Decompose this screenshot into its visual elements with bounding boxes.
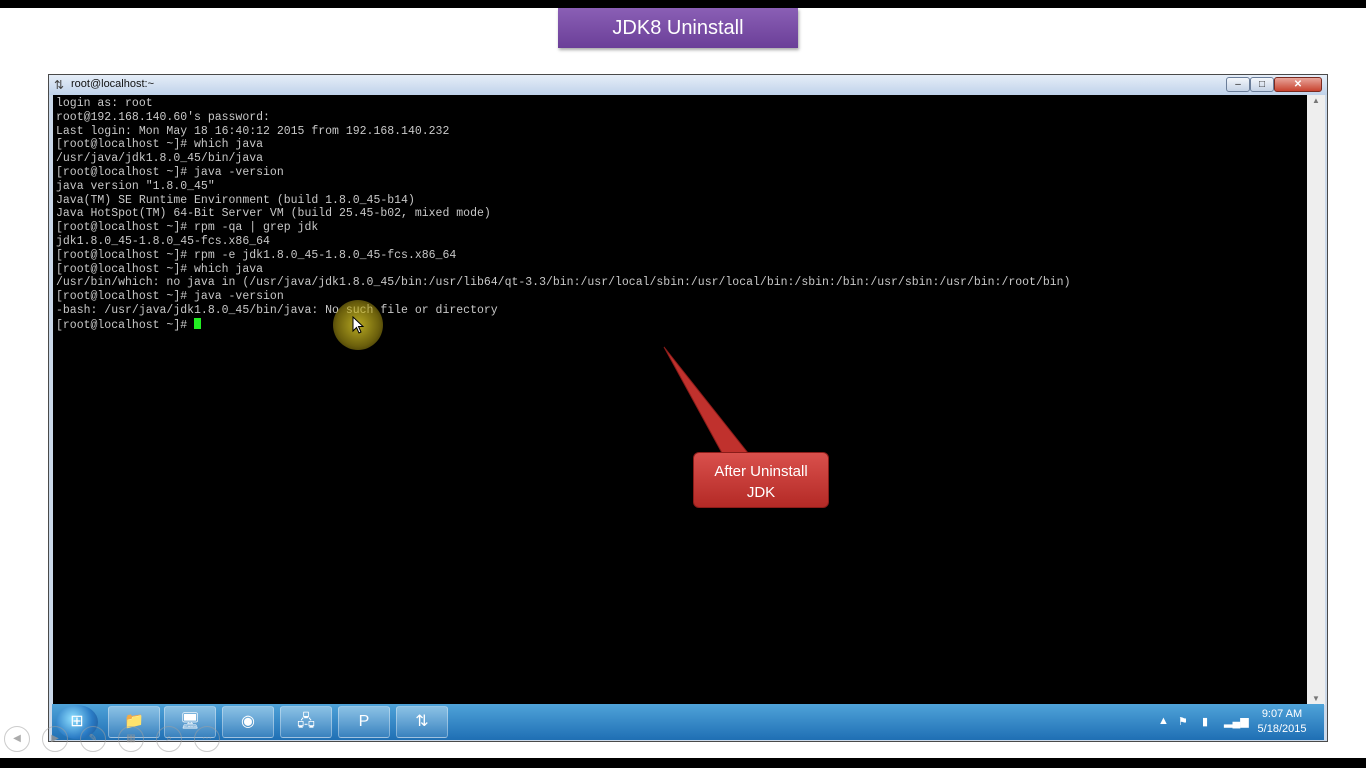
terminal-line: login as: root — [56, 97, 153, 110]
slide-title: JDK8 Uninstall — [558, 8, 798, 48]
clock-time[interactable]: 9:07 AM — [1252, 708, 1312, 720]
window-titlebar[interactable]: ⇅ root@localhost:~ – □ ✕ — [49, 75, 1327, 95]
battery-icon[interactable]: ▮ — [1202, 715, 1208, 728]
terminal-line: /usr/bin/which: no java in (/usr/java/jd… — [56, 276, 1071, 290]
terminal-line: -bash: /usr/java/jdk1.8.0_45/bin/java: N… — [56, 303, 498, 317]
terminal-line: Last login: Mon May 18 16:40:12 2015 fro… — [56, 124, 450, 138]
system-tray: ▲ ⚑ ▮ ▂▄▆ 9:07 AM 5/18/2015 — [1152, 704, 1324, 740]
terminal-line: java version "1.8.0_45" — [56, 179, 215, 193]
window-title: root@localhost:~ — [71, 78, 155, 90]
action-center-flag-icon[interactable]: ⚑ — [1178, 715, 1188, 728]
network-signal-icon[interactable]: ▂▄▆ — [1224, 715, 1249, 728]
terminal-line: /usr/java/jdk1.8.0_45/bin/java — [56, 152, 264, 166]
terminal-line: [root@localhost ~]# rpm -e jdk1.8.0_45-1… — [56, 248, 457, 262]
terminal-line: [root@localhost ~]# rpm -qa | grep jdk — [56, 221, 319, 235]
terminal-cursor — [194, 317, 202, 329]
terminal-line: jdk1.8.0_45-1.8.0_45-fcs.x86_64 — [56, 234, 270, 248]
close-button[interactable]: ✕ — [1274, 77, 1322, 92]
terminal-line: [root@localhost ~]# which java — [56, 262, 264, 276]
more-options-icon[interactable]: ⋯ — [194, 726, 220, 752]
terminal-line: root@192.168.140.60's password: — [56, 110, 270, 124]
callout-pointer — [663, 346, 750, 454]
callout-box: After Uninstall JDK — [693, 452, 829, 508]
callout-text-line2: JDK — [746, 484, 776, 501]
callout-text-line1: After Uninstall — [714, 463, 808, 480]
remote-desktop-icon[interactable]: 🖧 — [280, 706, 332, 738]
next-icon[interactable]: ▶ — [42, 726, 68, 752]
putty-icon: ⇅ — [54, 78, 65, 92]
slides-icon[interactable]: ▦ — [118, 726, 144, 752]
top-letterbox — [0, 0, 1366, 8]
zoom-icon[interactable]: ⌕ — [156, 726, 182, 752]
clock-date[interactable]: 5/18/2015 — [1252, 723, 1312, 735]
terminal-line: [root@localhost ~]# java -version — [56, 165, 284, 179]
putty-taskbar-icon[interactable]: ⇅ — [396, 706, 448, 738]
powerpoint-icon[interactable]: P — [338, 706, 390, 738]
terminal-line: Java(TM) SE Runtime Environment (build 1… — [56, 193, 415, 207]
pen-icon[interactable]: ✎ — [80, 726, 106, 752]
maximize-button[interactable]: □ — [1250, 77, 1274, 92]
minimize-button[interactable]: – — [1226, 77, 1250, 92]
terminal-line: [root@localhost ~]# which java — [56, 138, 264, 152]
terminal-scrollbar[interactable]: ▲ ▼ — [1307, 95, 1325, 705]
windows-taskbar: ⊞ 📁 🖥 ◉ 🖧 P ⇅ ▲ ⚑ ▮ ▂▄▆ 9:07 AM 5/18/201… — [52, 704, 1324, 740]
scroll-up-icon[interactable]: ▲ — [1307, 95, 1325, 107]
terminal-line: [root@localhost ~]# java -version — [56, 290, 284, 304]
mouse-pointer-icon — [352, 316, 365, 334]
terminal-prompt: [root@localhost ~]# — [56, 318, 195, 332]
terminal-output: login as: root root@192.168.140.60's pas… — [53, 95, 1307, 333]
previous-icon[interactable]: ◀ — [4, 726, 30, 752]
show-hidden-icons-arrow[interactable]: ▲ — [1158, 715, 1169, 727]
terminal-line: Java HotSpot(TM) 64-Bit Server VM (build… — [56, 207, 491, 221]
chrome-icon[interactable]: ◉ — [222, 706, 274, 738]
bottom-letterbox — [0, 758, 1366, 768]
